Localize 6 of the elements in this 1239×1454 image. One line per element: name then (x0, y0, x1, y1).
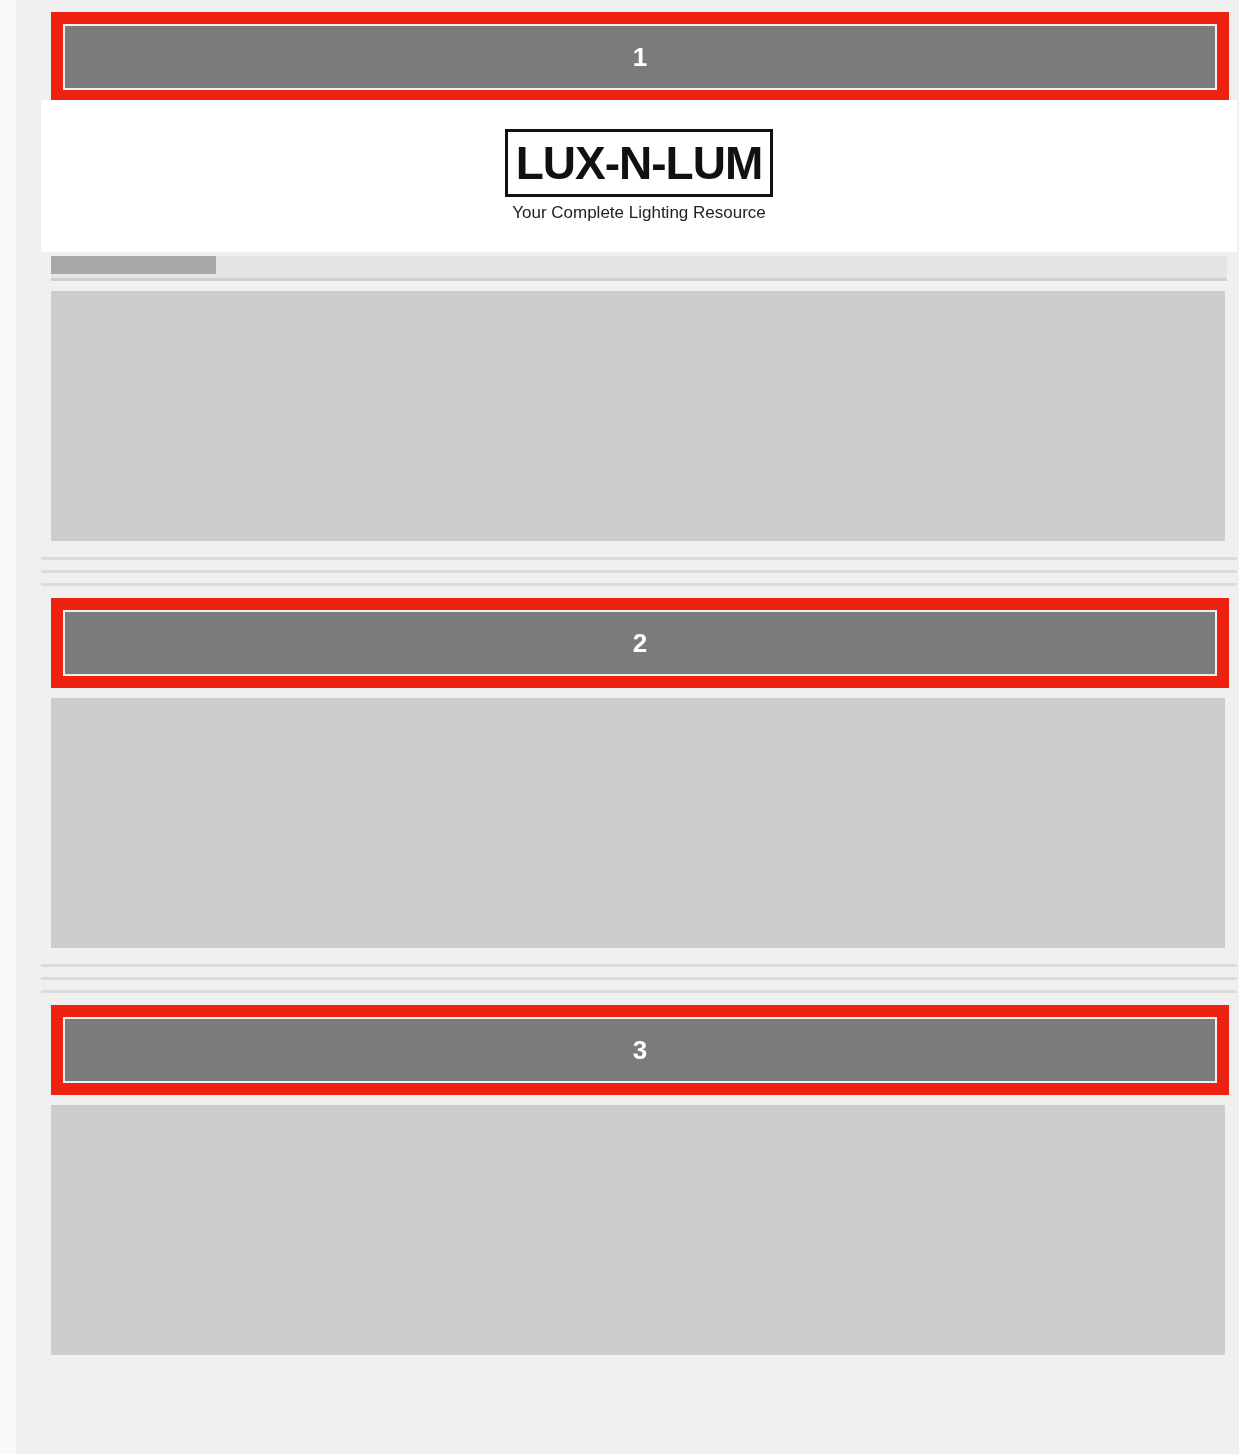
section-number: 3 (632, 1034, 648, 1066)
section-number: 1 (632, 41, 648, 73)
nav-tab[interactable] (51, 256, 216, 274)
site-logo[interactable]: LUX-N-LUM (504, 129, 774, 197)
site-tagline: Your Complete Lighting Resource (512, 203, 766, 223)
section-number: 2 (632, 627, 648, 659)
